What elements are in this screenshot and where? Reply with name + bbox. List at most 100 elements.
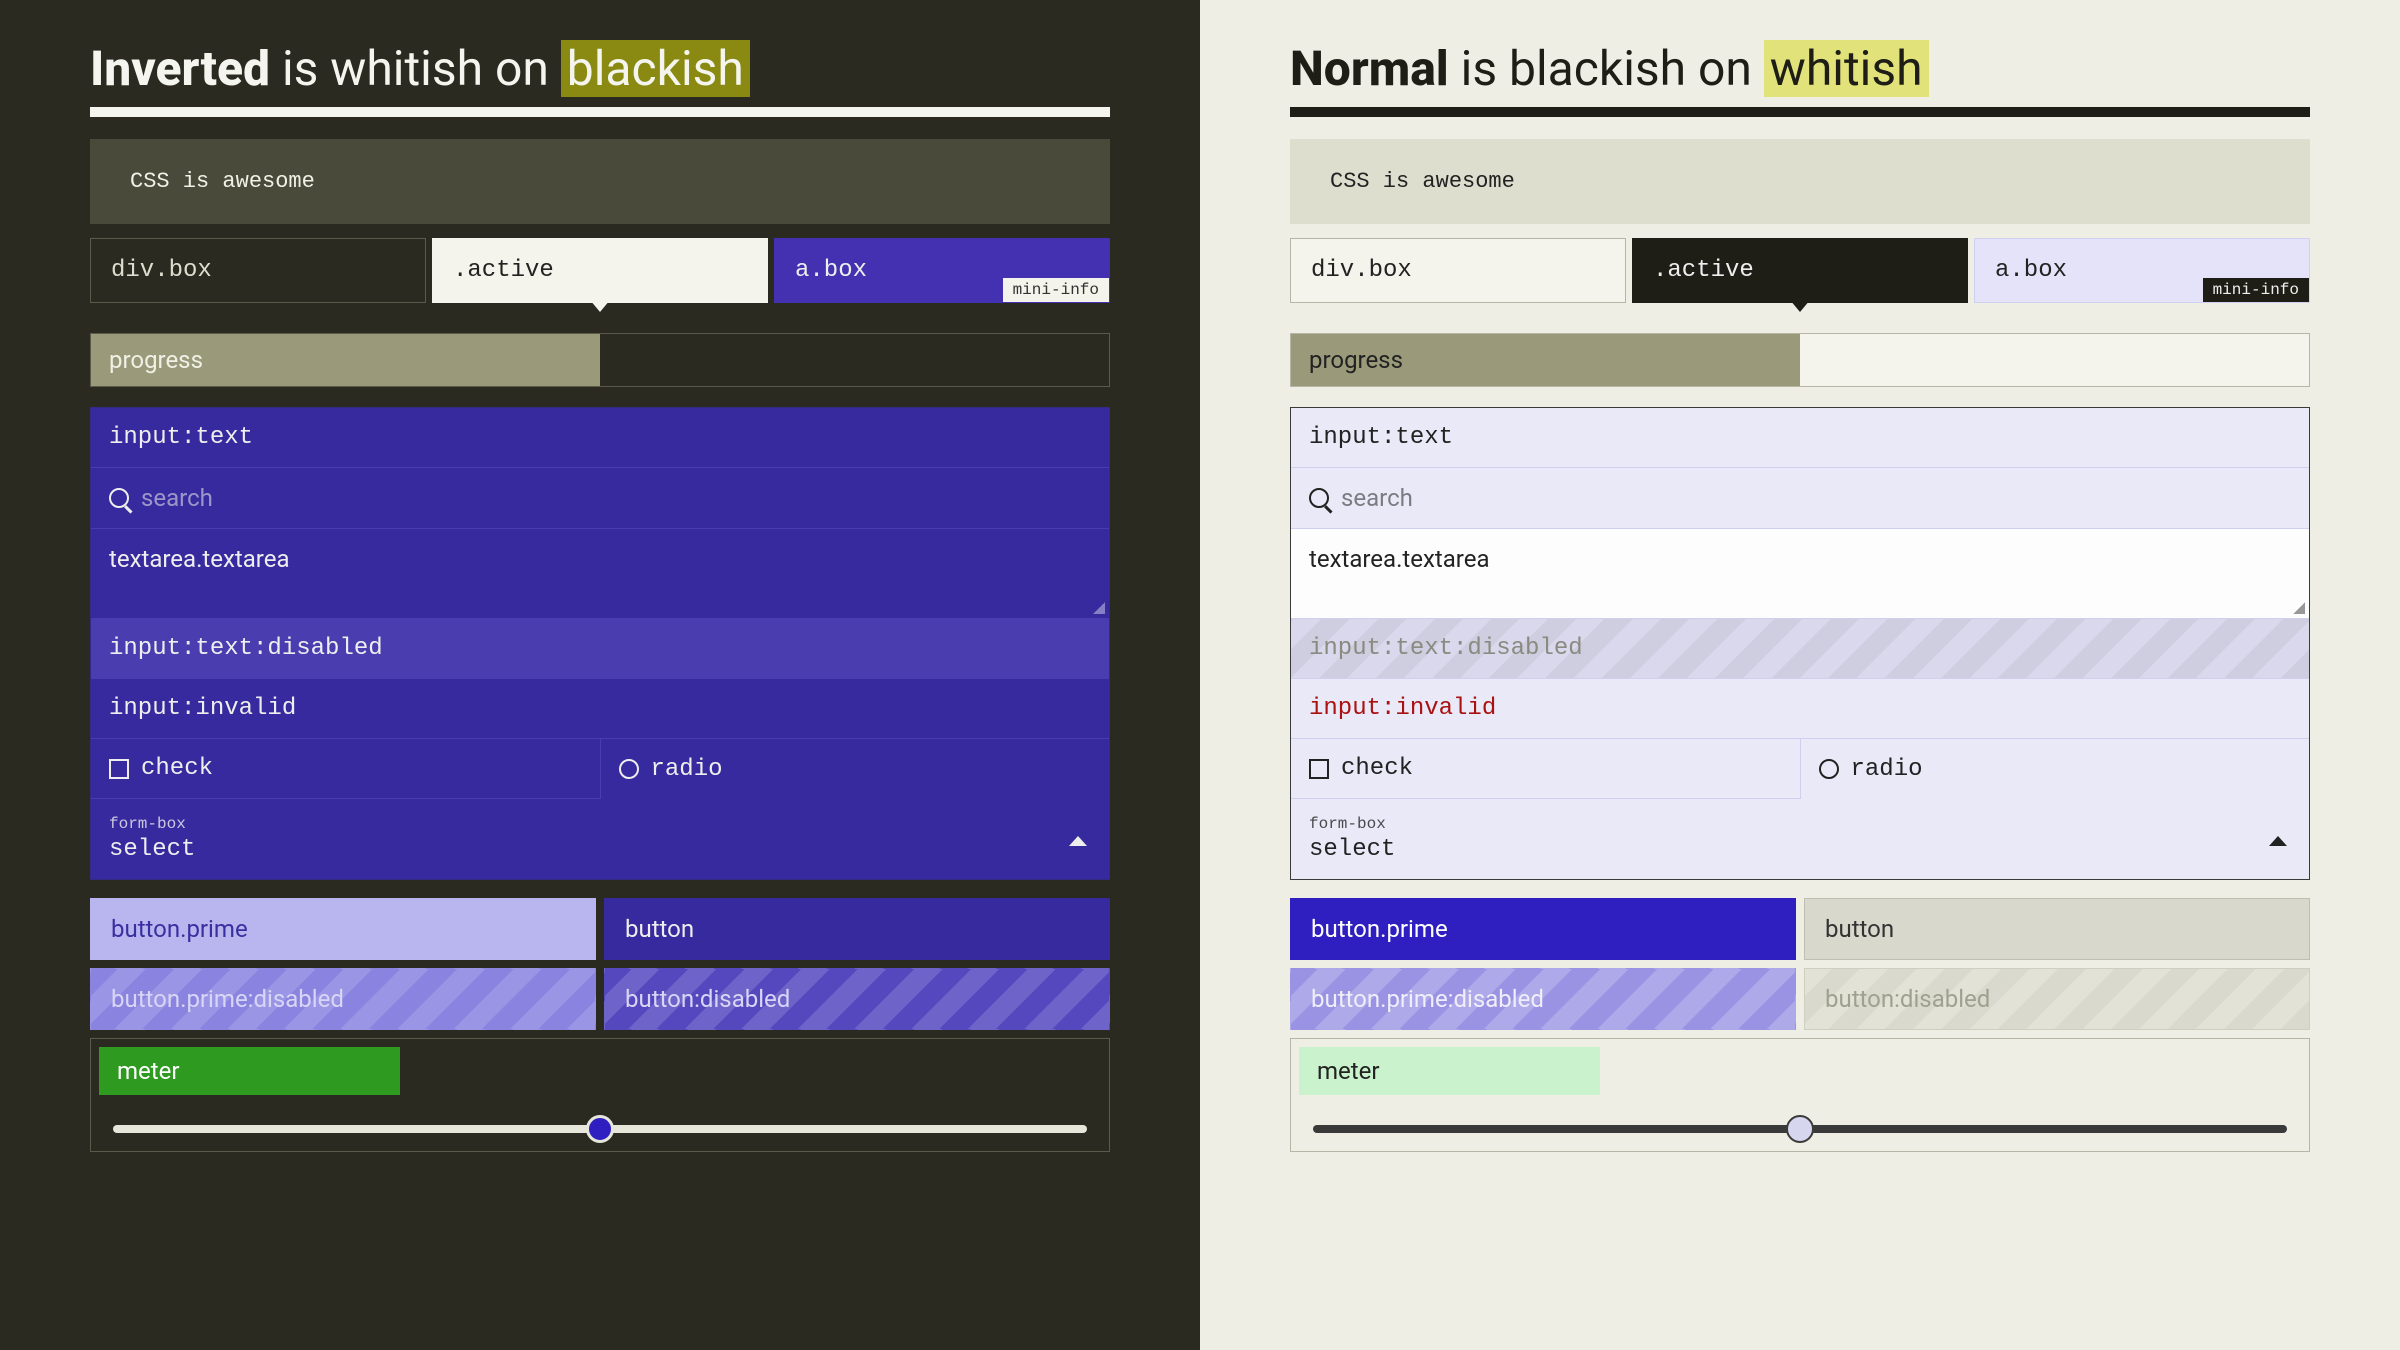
progress-bar: progress <box>1290 333 2310 387</box>
select-value: select <box>109 836 195 863</box>
meter-label: meter <box>117 1057 179 1085</box>
tab-active-label: .active <box>453 257 554 284</box>
radio-icon <box>619 759 639 779</box>
button-row-1: button.prime button <box>90 898 1110 960</box>
prime-button-disabled: button.prime:disabled <box>1290 968 1796 1030</box>
select-field[interactable]: form-box select <box>91 799 1109 879</box>
tab-abox[interactable]: a.box mini-info <box>774 238 1110 303</box>
select-caption: form-box <box>109 815 195 833</box>
progress-fill: progress <box>91 334 600 386</box>
button-row-2: button.prime:disabled button:disabled <box>1290 968 2310 1030</box>
text-input-disabled: input:text:disabled <box>91 619 1109 679</box>
plain-button-disabled: button:disabled <box>1804 968 2310 1030</box>
meter-container: meter <box>1290 1038 2310 1152</box>
text-input[interactable]: input:text <box>1291 408 2309 468</box>
meter-fill: meter <box>99 1047 400 1095</box>
inverted-title-bold: Inverted <box>90 40 270 97</box>
search-icon <box>1309 488 1329 508</box>
meter-container: meter <box>90 1038 1110 1152</box>
select-field[interactable]: form-box select <box>1291 799 2309 879</box>
plain-button[interactable]: button <box>1804 898 2310 960</box>
form-column: input:text search textarea.textarea inpu… <box>1290 407 2310 880</box>
button-row-2: button.prime:disabled button:disabled <box>90 968 1110 1030</box>
prime-button-disabled: button.prime:disabled <box>90 968 596 1030</box>
textarea-value: textarea.textarea <box>1309 545 1490 573</box>
radio-label: radio <box>1851 756 1923 783</box>
tab-abox-label: a.box <box>795 257 867 284</box>
range-slider[interactable] <box>99 1113 1101 1143</box>
search-placeholder: search <box>141 484 213 512</box>
meter-bar: meter <box>99 1047 1101 1095</box>
textarea[interactable]: textarea.textarea <box>1291 529 2309 619</box>
inverted-title: Inverted is whitish on blackish <box>90 40 1110 97</box>
search-icon <box>109 488 129 508</box>
range-slider[interactable] <box>1299 1113 2301 1143</box>
tab-active[interactable]: .active <box>432 238 768 303</box>
text-input-invalid[interactable]: input:invalid <box>91 679 1109 739</box>
plain-button-disabled: button:disabled <box>604 968 1110 1030</box>
search-input[interactable]: search <box>1291 468 2309 529</box>
radio-field[interactable]: radio <box>1800 739 2310 799</box>
tab-divbox[interactable]: div.box <box>1290 238 1626 303</box>
chevron-down-icon <box>590 300 610 312</box>
meter-label: meter <box>1317 1057 1379 1085</box>
tab-active-label: .active <box>1653 257 1754 284</box>
checkbox-icon <box>1309 759 1329 779</box>
checkbox-icon <box>109 759 129 779</box>
plain-button[interactable]: button <box>604 898 1110 960</box>
text-input-invalid[interactable]: input:invalid <box>1291 679 2309 739</box>
select-value: select <box>1309 836 1395 863</box>
tab-active[interactable]: .active <box>1632 238 1968 303</box>
progress-fill: progress <box>1291 334 1800 386</box>
resize-handle-icon[interactable] <box>2293 602 2305 614</box>
caret-up-icon <box>2269 836 2287 846</box>
progress-bar: progress <box>90 333 1110 387</box>
search-placeholder: search <box>1341 484 1413 512</box>
textarea[interactable]: textarea.textarea <box>91 529 1109 619</box>
meter-fill: meter <box>1299 1047 1600 1095</box>
checkbox-field[interactable]: check <box>91 739 600 799</box>
demo-text-block: CSS is awesome <box>1290 139 2310 224</box>
checkbox-label: check <box>141 755 213 782</box>
checkbox-field[interactable]: check <box>1291 739 1800 799</box>
normal-title-bold: Normal <box>1290 40 1449 97</box>
radio-field[interactable]: radio <box>600 739 1110 799</box>
inverted-title-mid: is whitish on <box>270 40 561 97</box>
checkbox-label: check <box>1341 755 1413 782</box>
divider <box>1290 107 2310 117</box>
tab-abox[interactable]: a.box mini-info <box>1974 238 2310 303</box>
search-input[interactable]: search <box>91 468 1109 529</box>
text-input[interactable]: input:text <box>91 408 1109 468</box>
mini-info-badge: mini-info <box>2203 278 2309 302</box>
divider <box>90 107 1110 117</box>
tab-abox-label: a.box <box>1995 257 2067 284</box>
tab-divbox[interactable]: div.box <box>90 238 426 303</box>
normal-title-mid: is blackish on <box>1449 40 1764 97</box>
prime-button[interactable]: button.prime <box>1290 898 1796 960</box>
progress-label: progress <box>109 346 203 374</box>
text-input-disabled: input:text:disabled <box>1291 619 2309 679</box>
normal-title-highlight: whitish <box>1764 40 1929 97</box>
inverted-title-highlight: blackish <box>561 40 750 97</box>
tabs-row: div.box .active a.box mini-info <box>90 238 1110 303</box>
demo-text-block: CSS is awesome <box>90 139 1110 224</box>
normal-title: Normal is blackish on whitish <box>1290 40 2310 97</box>
form-column: input:text search textarea.textarea inpu… <box>90 407 1110 880</box>
button-row-1: button.prime button <box>1290 898 2310 960</box>
radio-icon <box>1819 759 1839 779</box>
meter-bar: meter <box>1299 1047 2301 1095</box>
textarea-value: textarea.textarea <box>109 545 290 573</box>
chevron-down-icon <box>1790 300 1810 312</box>
slider-thumb[interactable] <box>586 1115 614 1143</box>
tabs-row: div.box .active a.box mini-info <box>1290 238 2310 303</box>
slider-thumb[interactable] <box>1786 1115 1814 1143</box>
mini-info-badge: mini-info <box>1003 278 1109 302</box>
caret-up-icon <box>1069 836 1087 846</box>
radio-label: radio <box>651 756 723 783</box>
select-caption: form-box <box>1309 815 1395 833</box>
prime-button[interactable]: button.prime <box>90 898 596 960</box>
inverted-panel: Inverted is whitish on blackish CSS is a… <box>0 0 1200 1350</box>
normal-panel: Normal is blackish on whitish CSS is awe… <box>1200 0 2400 1350</box>
resize-handle-icon[interactable] <box>1093 602 1105 614</box>
progress-label: progress <box>1309 346 1403 374</box>
